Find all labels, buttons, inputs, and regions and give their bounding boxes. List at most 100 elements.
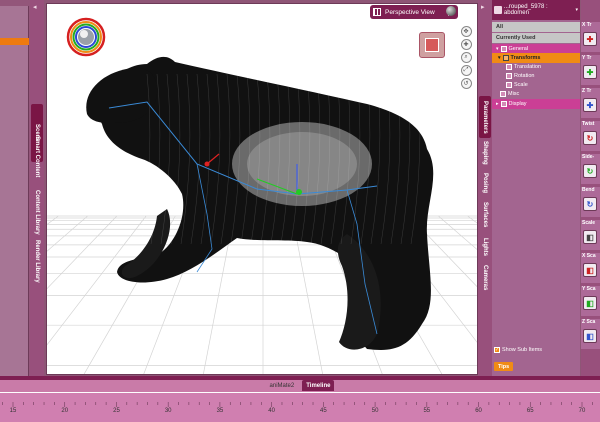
right-tab-strip: ▸ Parameters Shaping Posing Surfaces Lights C… <box>478 0 492 378</box>
tab-left-1[interactable]: Smart Content <box>31 132 43 182</box>
tab-right-2[interactable]: Posing <box>479 170 491 196</box>
expand-triangle-icon[interactable]: ▾ <box>498 55 501 61</box>
expand-triangle-icon[interactable]: ▾ <box>496 46 499 52</box>
checkbox-checked-icon[interactable]: ✓ <box>494 347 500 353</box>
scene-pane-body <box>0 6 29 376</box>
chevron-down-icon[interactable]: ▾ <box>575 7 578 13</box>
param-control-7[interactable]: X Sca ◧ <box>581 253 600 283</box>
tab-right-4[interactable]: Lights <box>479 234 491 260</box>
param-control-label: Side- <box>582 154 595 160</box>
param-control-label: Z Tr <box>582 88 592 94</box>
param-control-label: Z Sca <box>582 319 596 325</box>
timeline-frame-label: 45 <box>320 408 327 414</box>
tips-button[interactable]: Tips <box>494 362 514 371</box>
floor-grid <box>47 56 477 374</box>
scene-selected-row[interactable] <box>0 38 29 45</box>
timeline-frame-label: 70 <box>578 408 586 414</box>
param-control-9[interactable]: Z Sca ◧ <box>581 319 600 349</box>
parameters-pane: ...rouped_5978 : abdomen ▾ All Currently… <box>492 0 580 378</box>
tree-item-label: Transforms <box>510 55 541 61</box>
tree-item-misc[interactable]: Misc <box>492 89 580 99</box>
tree-item-display[interactable]: ▸ Display <box>492 99 580 109</box>
view-cube[interactable] <box>419 32 445 58</box>
tree-item-label: Currently Used <box>496 35 536 41</box>
param-control-3[interactable]: Twist ↻ <box>581 121 600 151</box>
selected-joint[interactable] <box>204 161 210 167</box>
param-control-8[interactable]: Y Sca ◧ <box>581 286 600 316</box>
timeline-frame-label: 50 <box>371 408 379 414</box>
rotate-icon[interactable]: ↻ <box>583 164 597 178</box>
rotate-icon[interactable]: ↻ <box>583 131 597 145</box>
tab-bottom-1[interactable]: Timeline <box>302 380 335 391</box>
scale-icon[interactable]: ◧ <box>583 296 597 310</box>
tree-item-all[interactable]: All <box>492 22 580 32</box>
lock-icon[interactable] <box>494 6 502 14</box>
pan-icon[interactable]: ✚ <box>460 39 472 50</box>
parameter-sliders: X Tr ✚ Y Tr ✚ Z Tr ✚ Twist ↻ Side- ↻ Bend ↻ Scale ◧ X … <box>581 0 600 378</box>
view-selector[interactable]: Perspective View ▾ <box>370 5 458 19</box>
render-sphere-icon[interactable] <box>446 6 456 16</box>
scale-icon[interactable]: ◧ <box>583 230 597 244</box>
node-title: ...rouped_5978 : abdomen <box>503 4 548 16</box>
tree-item-label: General <box>508 46 529 52</box>
timeline-ticks <box>2 402 593 407</box>
param-control-4[interactable]: Side- ↻ <box>581 154 600 184</box>
panther-model[interactable] <box>86 56 434 350</box>
tree-item-label: Misc <box>508 91 520 97</box>
folder-icon <box>500 101 507 107</box>
param-control-label: Scale <box>582 220 596 226</box>
rotate-icon[interactable]: ↻ <box>583 197 597 211</box>
tab-left-2[interactable]: Content Library <box>31 186 43 238</box>
plus-arrows-icon[interactable]: ✚ <box>583 65 597 79</box>
param-control-label: X Tr <box>582 22 592 28</box>
tab-right-5[interactable]: Cameras <box>479 262 491 294</box>
folder-icon <box>506 64 512 70</box>
zoom-icon[interactable]: ⌕ <box>460 52 472 63</box>
timeline-frame-label: 30 <box>164 408 172 414</box>
param-control-0[interactable]: X Tr ✚ <box>581 22 600 52</box>
reset-icon[interactable]: ↺ <box>460 78 472 89</box>
view-cube-front-face[interactable] <box>425 38 439 52</box>
timeline-frame-label: 40 <box>268 408 275 414</box>
tab-right-1[interactable]: Shaping <box>479 140 491 166</box>
param-control-label: Y Sca <box>582 286 596 292</box>
show-sub-items-toggle[interactable]: ✓ Show Sub Items <box>494 347 542 353</box>
tab-right-0[interactable]: Parameters <box>479 96 491 138</box>
view-selector-label: Perspective View <box>385 8 435 16</box>
tree-item-label: Rotation <box>514 73 535 79</box>
plus-arrows-icon[interactable]: ✚ <box>583 98 597 112</box>
folder-icon <box>502 55 509 61</box>
bottom-tab-strip: aniMate2 Timeline <box>0 380 600 392</box>
viewport-3d[interactable]: Perspective View ▾ ✥ ✚ ⌕ ⤢ ↺ <box>46 3 478 375</box>
param-control-label: Bend <box>582 187 595 193</box>
param-control-1[interactable]: Y Tr ✚ <box>581 55 600 85</box>
tree-item-label: Display <box>508 101 527 107</box>
light-color-widget[interactable] <box>66 17 106 57</box>
timeline-ruler[interactable]: 15 20 25 30 35 40 45 50 55 60 65 70 <box>0 392 600 422</box>
show-sub-items-label: Show Sub Items <box>502 347 543 353</box>
param-control-2[interactable]: Z Tr ✚ <box>581 88 600 118</box>
scale-icon[interactable]: ◧ <box>583 329 597 343</box>
param-control-label: Y Tr <box>582 55 592 61</box>
collapse-left-arrow-icon[interactable]: ◂ <box>33 3 37 11</box>
node-selector[interactable]: ...rouped_5978 : abdomen ▾ <box>492 0 580 20</box>
param-control-5[interactable]: Bend ↻ <box>581 187 600 217</box>
tab-left-3[interactable]: Render Library <box>31 236 43 286</box>
tab-right-3[interactable]: Surfaces <box>479 200 491 230</box>
tree-item-currently-used[interactable]: Currently Used <box>492 33 580 43</box>
timeline-frame-label: 15 <box>9 408 17 414</box>
param-control-label: Twist <box>582 121 595 127</box>
folder-icon <box>506 82 512 88</box>
scene-pane <box>0 0 30 378</box>
collapse-right-arrow-icon[interactable]: ▸ <box>481 3 485 11</box>
timeline-frame-label: 55 <box>423 408 431 414</box>
dolly-icon[interactable]: ⤢ <box>460 65 472 76</box>
param-control-6[interactable]: Scale ◧ <box>581 220 600 250</box>
timeline-frame-label: 25 <box>113 408 120 414</box>
scale-icon[interactable]: ◧ <box>583 263 597 277</box>
expand-triangle-icon[interactable]: ▸ <box>496 101 499 107</box>
plus-arrows-icon[interactable]: ✚ <box>583 32 597 46</box>
tab-bottom-0[interactable]: aniMate2 <box>266 380 299 391</box>
abdomen-joint[interactable] <box>296 189 302 195</box>
orbit-icon[interactable]: ✥ <box>460 26 472 37</box>
